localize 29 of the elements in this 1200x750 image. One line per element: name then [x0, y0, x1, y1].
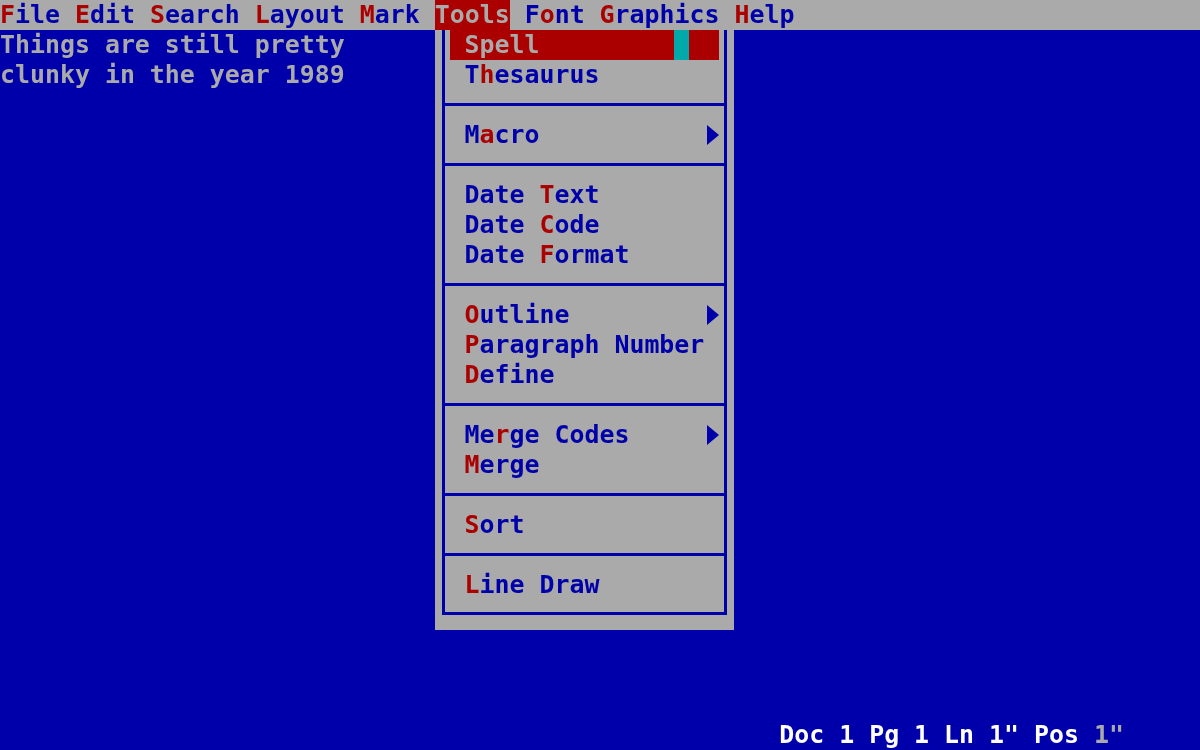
document-text: Things are still pretty — [0, 30, 345, 60]
menu-option[interactable]: Macro — [444, 120, 540, 150]
menu-option[interactable]: Date Text — [444, 180, 600, 210]
menu-option[interactable]: Sort — [444, 510, 525, 540]
menu-item[interactable]: Help — [734, 0, 795, 30]
menu-option[interactable]: Date Format — [444, 240, 630, 270]
menu-option[interactable]: Spell — [449, 30, 720, 60]
menu-option[interactable]: Define — [444, 360, 555, 390]
menu-item[interactable]: Search — [149, 0, 240, 30]
menu-item[interactable]: Mark — [359, 0, 420, 30]
status-text: Doc 1 — [779, 720, 855, 750]
status-text: Pos — [1034, 720, 1079, 750]
menu-item[interactable]: Layout — [254, 0, 345, 30]
menu-option[interactable]: Merge Codes — [444, 420, 630, 450]
menu-option[interactable]: Outline — [444, 300, 570, 330]
status-text: Ln 1" — [944, 720, 1020, 750]
menu-option[interactable]: Merge — [444, 450, 540, 480]
menu-item[interactable]: Tools — [434, 0, 510, 30]
menu-item[interactable]: Graphics — [599, 0, 720, 30]
menu-item[interactable]: Edit — [74, 0, 135, 30]
menu-option[interactable]: Date Code — [444, 210, 600, 240]
document-text: clunky in the year 1989 — [0, 60, 345, 90]
menu-option[interactable]: Line Draw — [444, 570, 600, 600]
menu-item[interactable]: File — [0, 0, 60, 30]
status-text: 1" — [1093, 720, 1124, 750]
menu-option[interactable]: Paragraph Number — [444, 330, 705, 360]
menu-option[interactable]: Thesaurus — [444, 60, 600, 90]
status-text: Pg 1 — [869, 720, 930, 750]
menu-item[interactable]: Font — [524, 0, 585, 30]
